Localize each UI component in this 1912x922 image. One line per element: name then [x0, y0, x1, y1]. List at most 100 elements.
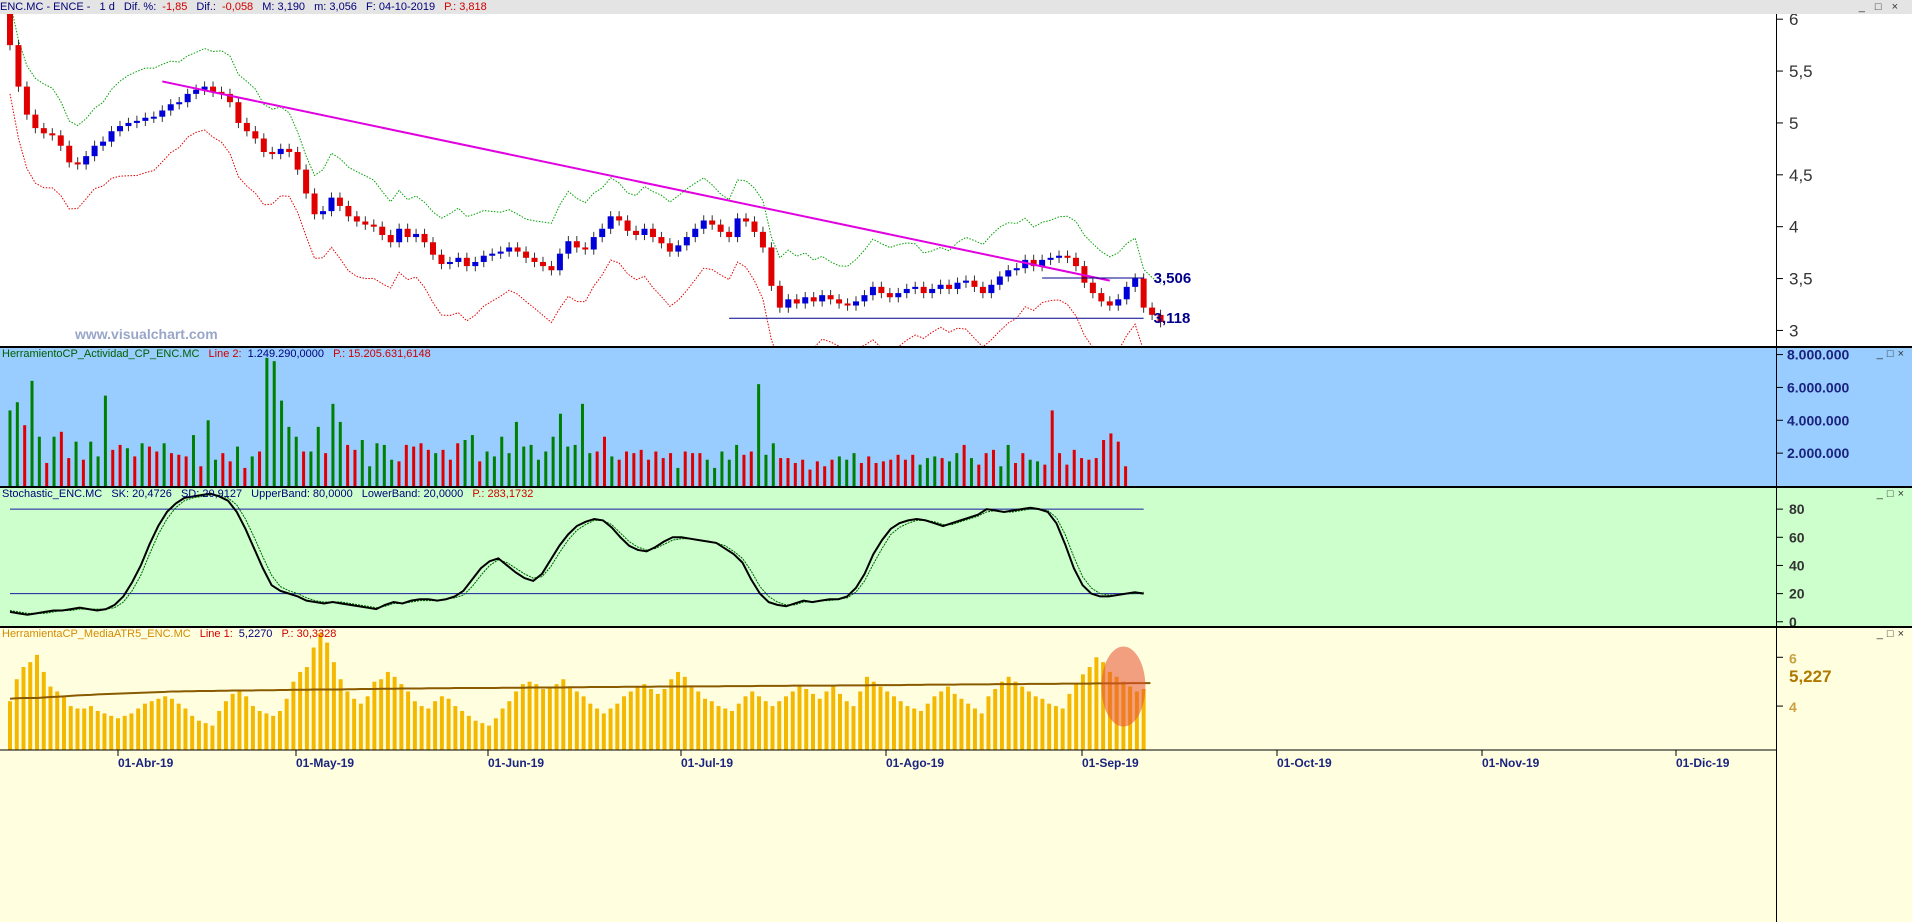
atr-bar	[966, 703, 971, 750]
minimize-icon[interactable]: _	[1877, 488, 1887, 500]
atr-bar	[61, 696, 66, 750]
atr-bar	[858, 691, 863, 750]
candle	[607, 216, 614, 229]
volume-bar	[382, 444, 386, 486]
minimize-icon[interactable]: _	[1859, 1, 1869, 13]
stochastic-window-controls[interactable]: _□×	[1877, 488, 1908, 500]
candle	[506, 247, 513, 252]
minimize-icon[interactable]: _	[1877, 348, 1887, 360]
candle	[1072, 257, 1079, 267]
volume-window-controls[interactable]: _□×	[1877, 348, 1908, 360]
atr-bar	[676, 671, 681, 750]
atr-bar	[399, 684, 404, 750]
atr-bar	[514, 691, 519, 750]
atr-bar	[95, 710, 100, 750]
atr-bar	[264, 713, 269, 750]
volume-bar	[852, 453, 856, 486]
atr-bar	[628, 691, 633, 750]
window-controls[interactable]: _ □ ×	[1859, 0, 1908, 14]
price-axis	[1776, 14, 1912, 346]
candle	[556, 253, 563, 271]
candle	[497, 251, 504, 254]
atr-bar	[662, 689, 667, 750]
candle	[421, 233, 428, 243]
candle	[726, 231, 733, 238]
volume-bar	[346, 444, 350, 486]
close-icon[interactable]: ×	[1892, 1, 1902, 13]
volume-bar	[595, 451, 599, 486]
candle	[954, 282, 961, 289]
volume-bar	[1014, 463, 1018, 486]
atr-bar	[493, 718, 498, 750]
candle	[531, 257, 538, 262]
atr-chart[interactable]: 645,22701-Abr-19 01-May-19 01-Jun-19 01-Jul…	[0, 628, 1912, 922]
maximize-icon[interactable]: □	[1887, 628, 1898, 640]
atr-bar	[223, 701, 228, 750]
volume-bar	[602, 436, 606, 486]
close-icon[interactable]: ×	[1898, 348, 1908, 360]
atr-bar	[345, 691, 350, 750]
atr-bar	[608, 708, 613, 750]
atr-bar	[115, 718, 120, 750]
volume-bar	[177, 454, 181, 486]
atr-bar	[932, 696, 937, 750]
atr-bar	[1067, 693, 1072, 750]
volume-bar	[735, 444, 739, 486]
volume-bar	[654, 451, 658, 486]
atr-bar	[588, 703, 593, 750]
price-chart[interactable]: 65,554,543,533,5063,118	[0, 14, 1912, 346]
candle	[869, 286, 876, 296]
volume-bar	[1043, 464, 1047, 486]
close-icon[interactable]: ×	[1898, 628, 1908, 640]
volume-bar	[881, 461, 885, 486]
candle	[328, 197, 335, 212]
atr-bar	[419, 706, 424, 750]
watermark: www.visualchart.com	[75, 326, 218, 342]
volume-chart[interactable]: 8.000.0006.000.0004.000.0002.000.000	[0, 348, 1912, 486]
candle	[802, 297, 809, 304]
maximize-icon[interactable]: □	[1875, 1, 1886, 13]
volume-bar	[889, 459, 893, 486]
candle	[311, 193, 318, 215]
x-tick-label: 01-May-19	[296, 756, 354, 770]
candle	[971, 280, 978, 287]
volume-bar	[1072, 449, 1076, 486]
candle	[836, 299, 843, 304]
atr-window-controls[interactable]: _□×	[1877, 628, 1908, 640]
volume-panel: 8.000.000 6.000.000 4.000.000 2.000.000 Her…	[0, 348, 1912, 486]
stochastic-panel: 80 60 40 20 0 Stochastic_ENC.MC SK: 20,4726 …	[0, 488, 1912, 626]
atr-bar	[520, 684, 525, 750]
stochastic-name: Stochastic_ENC.MC	[2, 488, 103, 500]
stochastic-chart[interactable]: 806040200	[0, 488, 1912, 626]
candle	[1013, 268, 1020, 271]
volume-bar	[375, 443, 379, 486]
candle	[700, 220, 707, 229]
candle	[759, 231, 766, 248]
atr-bar	[878, 686, 883, 750]
volume-bar	[470, 435, 474, 486]
volume-bar	[397, 461, 401, 486]
candle	[903, 288, 910, 294]
maximize-icon[interactable]: □	[1887, 348, 1898, 360]
volume-bar	[280, 400, 284, 486]
atr-bar	[358, 703, 363, 750]
highlight-ellipse	[1101, 646, 1146, 727]
volume-bar	[353, 449, 357, 486]
candle	[895, 293, 902, 298]
atr-bar	[736, 703, 741, 750]
candle	[827, 295, 834, 300]
close-icon[interactable]: ×	[1898, 488, 1908, 500]
atr-bar	[777, 701, 782, 750]
volume-bar	[30, 380, 34, 486]
volume-bar	[390, 459, 394, 486]
atr-bar	[1094, 657, 1099, 750]
atr-bar	[210, 725, 215, 750]
atr-bar	[797, 686, 802, 750]
candle	[565, 241, 572, 254]
volume-bar	[360, 440, 364, 486]
maximize-icon[interactable]: □	[1887, 488, 1898, 500]
atr-bar	[176, 703, 181, 750]
minimize-icon[interactable]: _	[1877, 628, 1887, 640]
atr-bar	[810, 693, 815, 750]
candle	[269, 151, 276, 155]
